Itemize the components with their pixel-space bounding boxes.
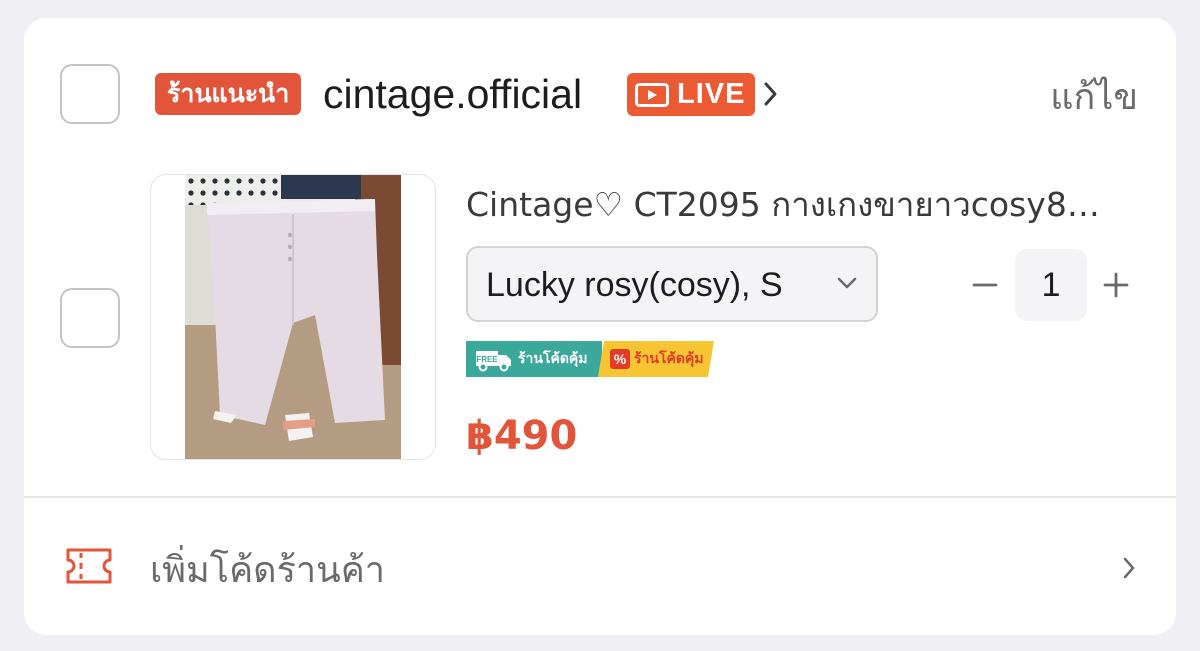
edit-button[interactable]: แก้ไข <box>1050 76 1138 120</box>
item-select-checkbox[interactable] <box>60 288 120 348</box>
live-badge[interactable]: LIVE <box>627 73 756 116</box>
video-icon <box>635 82 669 107</box>
truck-icon: FREE <box>476 351 511 372</box>
cart-shop-card: ร้านแนะนำ cintage.official LIVE แก้ไข Ci… <box>24 18 1176 635</box>
live-label: LIVE <box>677 78 746 110</box>
discount-label: ร้านโค้ดคุ้ม <box>634 351 704 367</box>
chevron-right-icon[interactable] <box>1122 556 1136 580</box>
recommended-shop-badge: ร้านแนะนำ <box>155 73 302 115</box>
shop-select-checkbox[interactable] <box>60 64 120 124</box>
free-tag-text: FREE <box>476 355 498 364</box>
plus-icon[interactable] <box>1102 271 1130 299</box>
voucher-ticket-icon[interactable] <box>64 546 114 586</box>
product-photo <box>185 175 401 459</box>
free-shipping-label: ร้านโค้ดคุ้ม <box>518 351 588 367</box>
variant-selected-value: Lucky rosy(cosy), S <box>486 266 783 304</box>
quantity-field[interactable]: 1 <box>1015 249 1087 321</box>
shop-name-link[interactable]: cintage.official <box>323 68 582 120</box>
add-shop-voucher-link[interactable]: เพิ่มโค้ดร้านค้า <box>150 548 385 594</box>
product-title[interactable]: Cintage♡ CT2095 กางเกงขายาวcosy8… <box>466 181 1136 229</box>
chevron-down-icon <box>837 277 857 289</box>
item-price: ฿490 <box>466 413 578 459</box>
product-thumbnail[interactable] <box>150 174 436 460</box>
percent-icon: % <box>610 349 630 369</box>
chevron-right-icon[interactable] <box>762 79 780 109</box>
discount-promo-tag: % ร้านโค้ดคุ้ม <box>598 341 714 377</box>
minus-icon[interactable] <box>971 271 999 299</box>
divider <box>24 496 1176 498</box>
free-shipping-promo-tag: FREE ร้านโค้ดคุ้ม <box>466 341 602 377</box>
variant-dropdown[interactable]: Lucky rosy(cosy), S <box>466 246 878 322</box>
